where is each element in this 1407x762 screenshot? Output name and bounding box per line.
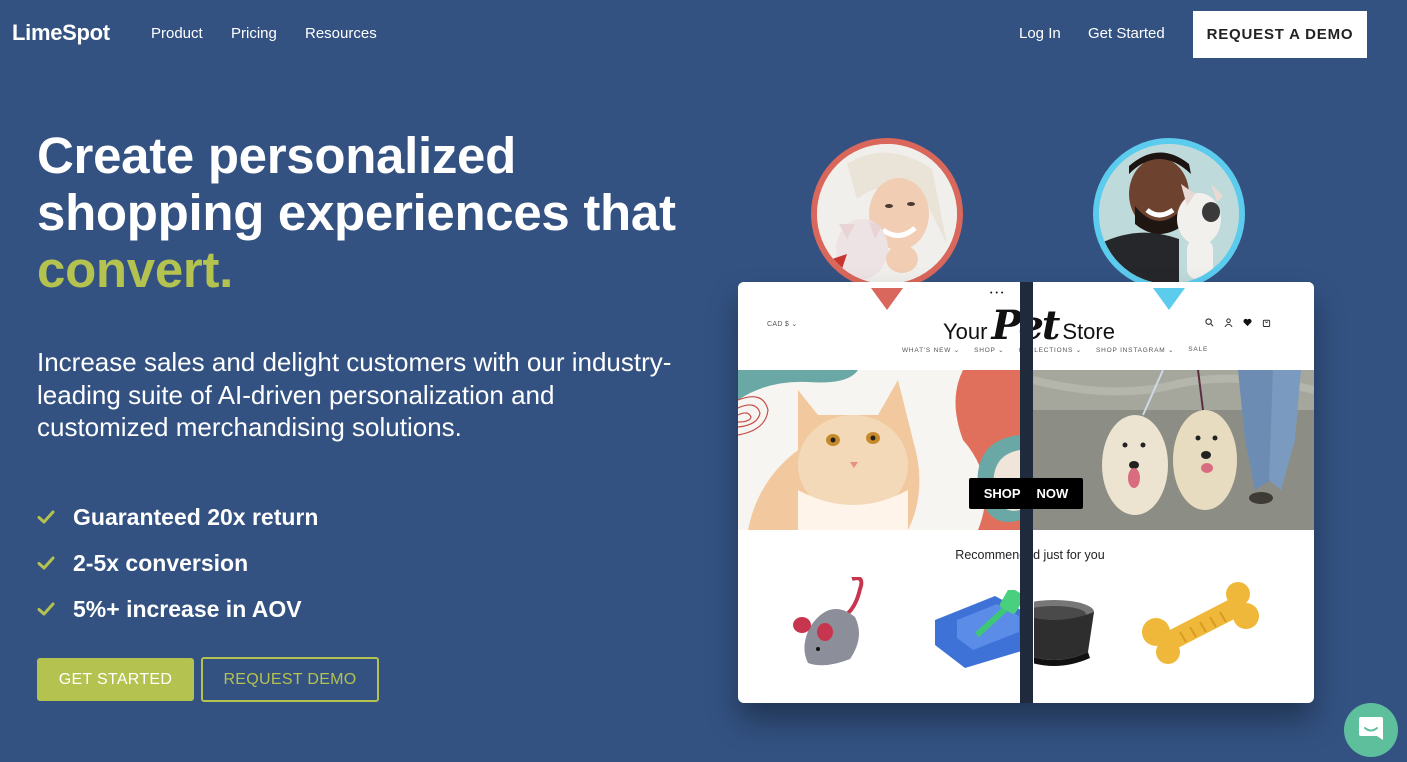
- product-chew-bone[interactable]: [1140, 582, 1260, 669]
- heart-icon: [1243, 318, 1252, 327]
- benefits-list: Guaranteed 20x return 2-5x conversion 5%…: [37, 494, 318, 632]
- benefit-item: Guaranteed 20x return: [37, 494, 318, 540]
- benefit-item: 2-5x conversion: [37, 540, 318, 586]
- request-demo-button[interactable]: REQUEST DEMO: [201, 657, 379, 702]
- store-menu-shop[interactable]: SHOP ⌄: [974, 346, 1004, 354]
- benefit-item: 5%+ increase in AOV: [37, 586, 318, 632]
- check-icon: [37, 508, 55, 526]
- check-icon: [37, 554, 55, 572]
- nav-resources[interactable]: Resources: [305, 25, 377, 42]
- request-a-demo-button[interactable]: REQUEST A DEMO: [1193, 11, 1367, 58]
- store-menu-whats-new[interactable]: WHAT'S NEW ⌄: [902, 346, 960, 354]
- pin-blue-pointer: [1153, 288, 1185, 310]
- search-icon: [1205, 318, 1214, 327]
- product-steel-bowl[interactable]: [1014, 600, 1094, 673]
- nav-get-started[interactable]: Get Started: [1088, 25, 1165, 42]
- store-logo-prefix: Your: [943, 319, 988, 344]
- top-navigation: LimeSpot Product Pricing Resources Log I…: [0, 0, 1407, 68]
- benefit-text: Guaranteed 20x return: [73, 503, 319, 530]
- store-header-icons: [1205, 318, 1271, 327]
- avatar-man-with-dog: [1093, 138, 1245, 290]
- shop-now-left-text: SHOP: [983, 486, 1021, 501]
- store-menu-shop-instagram[interactable]: SHOP INSTAGRAM ⌄: [1096, 346, 1174, 354]
- benefit-text: 2-5x conversion: [73, 549, 249, 576]
- hero-headline: Create personalized shopping experiences…: [37, 127, 676, 298]
- headline-line-1: Create personalized: [37, 127, 516, 184]
- get-started-button[interactable]: GET STARTED: [37, 658, 194, 701]
- nav-login[interactable]: Log In: [1019, 25, 1061, 42]
- chat-launcher-button[interactable]: [1344, 703, 1398, 757]
- nav-pricing[interactable]: Pricing: [231, 25, 277, 42]
- store-logo-suffix: Store: [1062, 319, 1115, 344]
- account-icon: [1224, 318, 1233, 327]
- paw-prints-icon: •••: [990, 290, 1007, 297]
- currency-selector[interactable]: CAD $ ⌄: [767, 320, 798, 328]
- hero-subtext: Increase sales and delight customers wit…: [37, 347, 672, 442]
- avatar-woman-with-cat: [811, 138, 963, 290]
- check-icon: [37, 600, 55, 618]
- product-cat-mouse-toy[interactable]: [790, 576, 880, 674]
- store-menu: WHAT'S NEW ⌄ SHOP ⌄ COLLECTIONS ⌄ SHOP I…: [902, 346, 1208, 354]
- bag-icon: [1262, 318, 1271, 327]
- store-menu-sale[interactable]: SALE: [1188, 346, 1208, 354]
- shop-now-right-text: NOW: [1036, 486, 1069, 501]
- product-litter-box[interactable]: [935, 588, 1025, 675]
- nav-product[interactable]: Product: [151, 25, 203, 42]
- shop-now-button[interactable]: SHOP NOW: [969, 478, 1083, 509]
- headline-accent: convert.: [37, 241, 233, 298]
- chat-icon: [1358, 715, 1384, 746]
- headline-line-2: shopping experiences that: [37, 184, 676, 241]
- limespot-logo[interactable]: LimeSpot: [12, 20, 110, 46]
- benefit-text: 5%+ increase in AOV: [73, 595, 302, 622]
- pin-red-pointer: [871, 288, 903, 310]
